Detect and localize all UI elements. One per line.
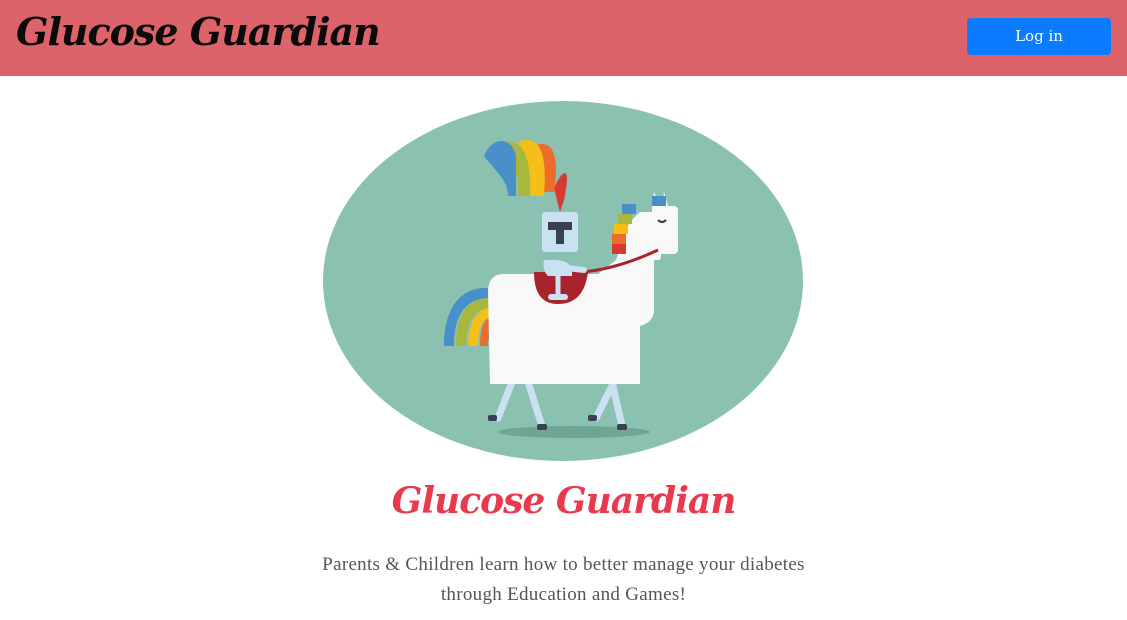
brand-logo[interactable]: Glucose Guardian (16, 6, 381, 58)
tagline-line-2: through Education and Games! (440, 584, 687, 605)
login-button[interactable]: Log in (967, 18, 1111, 55)
unicorn-knight-illustration-icon (323, 101, 803, 461)
hero-illustration (322, 100, 804, 462)
hero-tagline: Parents & Children learn how to better m… (300, 550, 827, 610)
tagline-line-1: Parents & Children learn how to better m… (322, 554, 805, 575)
navbar: Glucose Guardian Log in (0, 0, 1127, 76)
hero-title: Glucose Guardian (391, 480, 737, 522)
